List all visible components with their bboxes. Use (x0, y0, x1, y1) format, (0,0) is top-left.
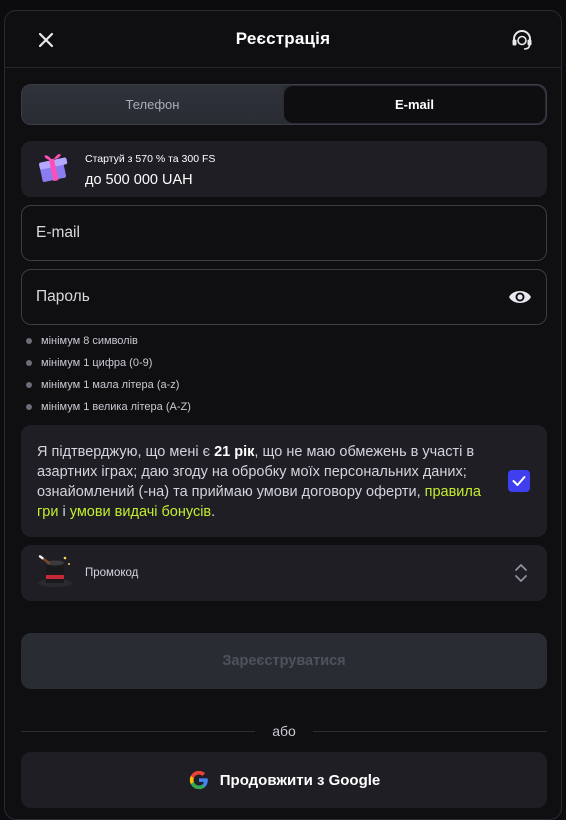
gift-icon (39, 153, 68, 182)
registration-modal: Реєстрація Телефон E-mail Стартуй з 570 … (4, 10, 562, 820)
email-field[interactable] (36, 206, 496, 260)
password-rule: мінімум 1 цифра (0-9) (25, 355, 191, 377)
google-signin-button[interactable]: Продовжити з Google (21, 752, 547, 808)
checkmark-icon (512, 476, 526, 486)
tab-email[interactable]: E-mail (284, 86, 545, 123)
password-requirements: мінімум 8 символів мінімум 1 цифра (0-9)… (25, 333, 191, 421)
consent-checkbox[interactable] (508, 470, 530, 492)
page-title: Реєстрація (235, 29, 331, 48)
headset-support-icon[interactable] (509, 27, 535, 53)
chevron-up-down-icon (515, 564, 527, 582)
tab-phone[interactable]: Телефон (22, 85, 283, 124)
password-rule: мінімум 1 велика літера (A-Z) (25, 399, 191, 421)
magic-hat-icon (38, 555, 72, 587)
modal-header: Реєстрація (5, 11, 561, 68)
email-field-wrapper (21, 205, 547, 261)
divider: або (21, 723, 547, 739)
bonus-offer-line: Стартуй з 570 % та 300 FS (85, 153, 216, 165)
age-consent-box: Я підтверджую, що мені є 21 рік, що не м… (21, 425, 547, 537)
google-signin-label: Продовжити з Google (219, 771, 381, 789)
welcome-bonus-banner: Стартуй з 570 % та 300 FS до 500 000 UAH (21, 141, 547, 197)
promocode-toggle[interactable]: Промокод (21, 545, 547, 601)
register-button[interactable]: Зареєструватися (21, 633, 547, 689)
password-rule: мінімум 1 мала літера (a-z) (25, 377, 191, 399)
bonus-terms-link[interactable]: умови видачі бонусів (70, 504, 211, 520)
auth-method-tabs: Телефон E-mail (21, 84, 547, 125)
bonus-amount-line: до 500 000 UAH (85, 172, 193, 188)
close-icon[interactable] (35, 29, 57, 51)
password-rule: мінімум 8 символів (25, 333, 191, 355)
password-field-wrapper (21, 269, 547, 325)
google-icon (189, 770, 208, 790)
password-field[interactable] (36, 270, 496, 324)
eye-icon[interactable] (508, 287, 532, 307)
promocode-label: Промокод (85, 567, 139, 579)
consent-text: Я підтверджую, що мені є 21 рік, що не м… (37, 444, 481, 520)
